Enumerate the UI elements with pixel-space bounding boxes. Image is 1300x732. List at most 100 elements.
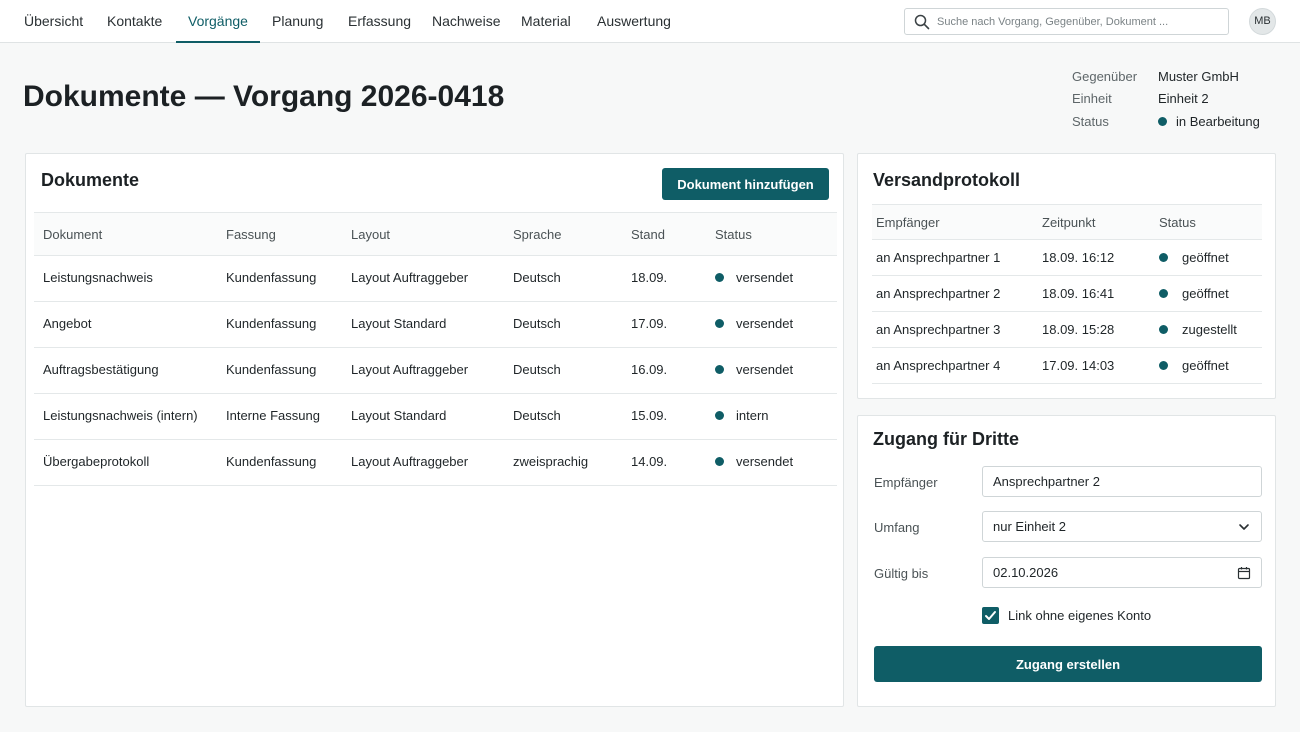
table-row[interactable]: Angebot Kundenfassung Layout Standard De…: [34, 302, 837, 348]
doc-sprache: Deutsch: [513, 270, 561, 285]
doc-stand: 15.09.: [631, 408, 668, 423]
meta-label-gegenueber: Gegenüber: [1072, 69, 1138, 84]
column-header[interactable]: Stand: [631, 213, 665, 256]
doc-stand: 17.09.: [631, 316, 668, 331]
search-icon: [914, 14, 930, 30]
versand-title: Versandprotokoll: [873, 170, 1021, 190]
column-header[interactable]: Layout: [351, 213, 390, 256]
tab-vorgaenge[interactable]: Vorgänge: [176, 0, 260, 43]
link-ohne-konto-label[interactable]: Link ohne eigenes Konto: [1008, 608, 1151, 623]
doc-name[interactable]: Übergabeprotokoll: [43, 440, 149, 484]
empfaenger-label: Empfänger: [874, 475, 938, 490]
doc-fassung: Kundenfassung: [226, 362, 317, 377]
add-document-button[interactable]: Dokument hinzufügen: [662, 168, 829, 200]
tab-material[interactable]: Material: [521, 0, 571, 43]
status-dot: [715, 319, 724, 329]
doc-status: versendet: [715, 440, 793, 484]
doc-name[interactable]: Auftragsbestätigung: [43, 348, 159, 392]
tab-uebersicht[interactable]: Übersicht: [24, 0, 83, 43]
versand-table: Empfänger Zeitpunkt Status an Ansprechpa…: [872, 204, 1262, 384]
doc-sprache: zweisprachig: [513, 454, 589, 469]
meta-value-status: in Bearbeitung: [1176, 114, 1260, 129]
table-row[interactable]: Auftragsbestätigung Kundenfassung Layout…: [34, 348, 837, 394]
column-header[interactable]: Sprache: [513, 213, 561, 256]
checkmark-icon: [985, 611, 996, 620]
status-text: versendet: [736, 362, 794, 377]
status-text: geöffnet: [1182, 250, 1229, 265]
doc-sprache: Deutsch: [513, 408, 561, 423]
vs-status: geöffnet: [1159, 348, 1229, 383]
doc-status: versendet: [715, 256, 793, 300]
doc-fassung: Interne Fassung: [226, 408, 320, 423]
status-dot: [1159, 253, 1168, 263]
vs-time: 17.09. 14:03: [1042, 358, 1115, 373]
column-header[interactable]: Status: [715, 213, 752, 256]
status-dot: [1158, 117, 1167, 127]
table-row: an Ansprechpartner 3 18.09. 15:28 zugest…: [872, 312, 1262, 348]
status-dot: [715, 273, 724, 283]
doc-fassung: Kundenfassung: [226, 316, 317, 331]
zugang-card: Zugang für Dritte Empfänger Ansprechpart…: [857, 415, 1276, 707]
tab-erfassung[interactable]: Erfassung: [348, 0, 411, 43]
gueltig-value: 02.10.2026: [993, 565, 1059, 580]
doc-status: versendet: [715, 348, 793, 392]
vs-time: 18.09. 16:12: [1042, 250, 1115, 265]
vs-recipient: an Ansprechpartner 1: [876, 250, 1001, 265]
user-avatar[interactable]: MB: [1249, 8, 1276, 35]
status-text: zugestellt: [1182, 322, 1237, 337]
gueltig-date-field[interactable]: 02.10.2026: [982, 557, 1262, 588]
table-header: Empfänger Zeitpunkt Status: [872, 204, 1262, 240]
documents-title: Dokumente: [41, 170, 140, 190]
doc-stand: 18.09.: [631, 270, 668, 285]
doc-sprache: Deutsch: [513, 362, 561, 377]
vs-recipient: an Ansprechpartner 3: [876, 322, 1001, 337]
doc-stand: 14.09.: [631, 454, 668, 469]
status-dot: [1159, 289, 1168, 299]
zugang-erstellen-button[interactable]: Zugang erstellen: [874, 646, 1262, 682]
versand-card: Versandprotokoll Empfänger Zeitpunkt Sta…: [857, 153, 1276, 399]
status-text: geöffnet: [1182, 286, 1229, 301]
column-header[interactable]: Dokument: [43, 213, 102, 256]
doc-stand: 16.09.: [631, 362, 668, 377]
status-text: intern: [736, 408, 769, 423]
status-dot: [715, 411, 724, 421]
page-title: Dokumente — Vorgang 2026-0418: [23, 80, 505, 113]
link-ohne-konto-checkbox[interactable]: [982, 607, 999, 624]
empfaenger-value: Ansprechpartner 2: [993, 474, 1100, 489]
table-row[interactable]: Leistungsnachweis Kundenfassung Layout A…: [34, 256, 837, 302]
meta-label-einheit: Einheit: [1072, 91, 1112, 106]
column-header: Zeitpunkt: [1042, 215, 1096, 230]
doc-name[interactable]: Leistungsnachweis (intern): [43, 394, 198, 438]
doc-layout: Layout Standard: [351, 316, 447, 331]
documents-table: Dokument Fassung Layout Sprache Stand St…: [34, 212, 837, 486]
doc-fassung: Kundenfassung: [226, 270, 317, 285]
column-header: Status: [1159, 215, 1196, 230]
tab-auswertung[interactable]: Auswertung: [597, 0, 671, 43]
column-header: Empfänger: [876, 215, 940, 230]
doc-layout: Layout Auftraggeber: [351, 454, 469, 469]
tab-planung[interactable]: Planung: [272, 0, 323, 43]
tab-nachweise[interactable]: Nachweise: [432, 0, 500, 43]
table-row: an Ansprechpartner 2 18.09. 16:41 geöffn…: [872, 276, 1262, 312]
calendar-icon[interactable]: [1237, 566, 1251, 580]
umfang-select[interactable]: nur Einheit 2: [982, 511, 1262, 542]
umfang-value: nur Einheit 2: [993, 519, 1066, 534]
search-input[interactable]: [937, 9, 1225, 34]
doc-status: versendet: [715, 302, 793, 346]
umfang-label: Umfang: [874, 520, 920, 535]
tab-kontakte[interactable]: Kontakte: [107, 0, 162, 43]
doc-name[interactable]: Angebot: [43, 302, 91, 346]
table-row[interactable]: Übergabeprotokoll Kundenfassung Layout A…: [34, 440, 837, 486]
empfaenger-field[interactable]: Ansprechpartner 2: [982, 466, 1262, 497]
chevron-down-icon: [1239, 524, 1249, 530]
column-header[interactable]: Fassung: [226, 213, 276, 256]
table-row[interactable]: Leistungsnachweis (intern) Interne Fassu…: [34, 394, 837, 440]
vs-recipient: an Ansprechpartner 2: [876, 286, 1001, 301]
doc-name[interactable]: Leistungsnachweis: [43, 256, 153, 300]
vs-status: zugestellt: [1159, 312, 1237, 347]
status-text: versendet: [736, 270, 794, 285]
status-dot: [715, 457, 724, 467]
status-dot: [715, 365, 724, 375]
table-row: an Ansprechpartner 1 18.09. 16:12 geöffn…: [872, 240, 1262, 276]
meta-value-gegenueber: Muster GmbH: [1158, 69, 1239, 84]
